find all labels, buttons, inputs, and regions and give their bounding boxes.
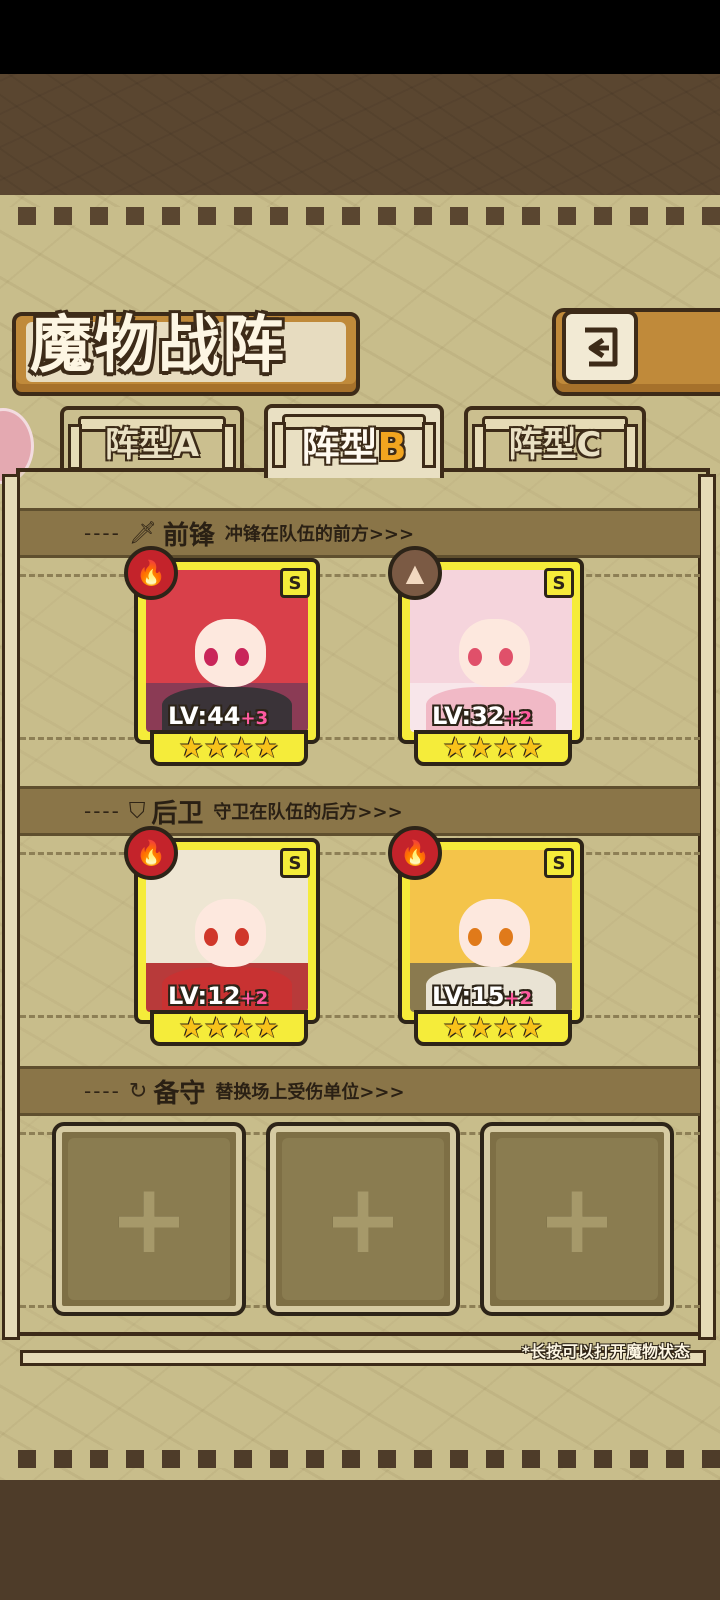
- section-desc: 冲锋在队伍的前方>>>: [224, 524, 415, 545]
- tab-label: 阵型C: [508, 424, 602, 465]
- map-background-bottom: [0, 1480, 720, 1600]
- unit-level: LV:12+2: [168, 982, 269, 1010]
- rank-badge: S: [544, 568, 574, 598]
- frame-post-left: [2, 474, 20, 1340]
- shield-icon: ⛉: [128, 798, 146, 824]
- tab-label: 阵型A: [104, 424, 200, 465]
- star-rating: ★ ★ ★ ★: [414, 730, 572, 766]
- section-title: 前锋: [162, 520, 215, 551]
- rear-lane: [20, 852, 700, 1018]
- bench-slot-3[interactable]: +: [480, 1122, 674, 1316]
- unit-level: LV:32+2: [432, 702, 533, 730]
- page-title: 魔物战阵: [30, 308, 287, 381]
- tab-formation-b[interactable]: 阵型B: [264, 404, 444, 478]
- status-bar: [0, 0, 720, 74]
- fire-element-icon: 🔥: [388, 826, 442, 880]
- sword-icon: 🗡: [128, 520, 157, 546]
- star-rating: ★ ★ ★ ★: [150, 1010, 308, 1046]
- rank-badge: S: [544, 848, 574, 878]
- star-rating: ★ ★ ★ ★: [150, 730, 308, 766]
- section-title: 后卫: [151, 798, 204, 829]
- bench-slot-1[interactable]: +: [52, 1122, 246, 1316]
- unit-level: LV:44+3: [168, 702, 269, 730]
- earth-element-icon: ▲: [388, 546, 442, 600]
- hint-text: *长按可以打开魔物状态: [521, 1342, 690, 1361]
- tab-formation-c[interactable]: 阵型C: [464, 406, 646, 472]
- section-title: 备守: [153, 1078, 206, 1109]
- unit-level: LV:15+2: [432, 982, 533, 1010]
- fire-element-icon: 🔥: [124, 826, 178, 880]
- swap-icon: ↻: [128, 1078, 148, 1104]
- back-button[interactable]: [562, 310, 638, 384]
- section-desc: 替换场上受伤单位>>>: [215, 1082, 405, 1103]
- add-icon: +: [536, 1163, 618, 1275]
- add-icon: +: [108, 1163, 190, 1275]
- section-header-bench: ---- ↻ 备守 替换场上受伤单位>>>: [20, 1066, 700, 1116]
- section-header-rear: ---- ⛉ 后卫 守卫在队伍的后方>>>: [20, 786, 700, 836]
- star-rating: ★ ★ ★ ★: [414, 1010, 572, 1046]
- rank-badge: S: [280, 568, 310, 598]
- tab-label: 阵型B: [301, 424, 407, 469]
- fire-element-icon: 🔥: [124, 546, 178, 600]
- return-arrow-icon: [585, 327, 618, 367]
- rank-badge: S: [280, 848, 310, 878]
- section-desc: 守卫在队伍的后方>>>: [213, 802, 403, 823]
- section-header-front: ---- 🗡 前锋 冲锋在队伍的前方>>>: [20, 508, 700, 558]
- front-lane: [20, 574, 700, 740]
- frame-post-right: [698, 474, 716, 1340]
- bench-slot-2[interactable]: +: [266, 1122, 460, 1316]
- tab-formation-a[interactable]: 阵型A: [60, 406, 244, 472]
- add-icon: +: [322, 1163, 404, 1275]
